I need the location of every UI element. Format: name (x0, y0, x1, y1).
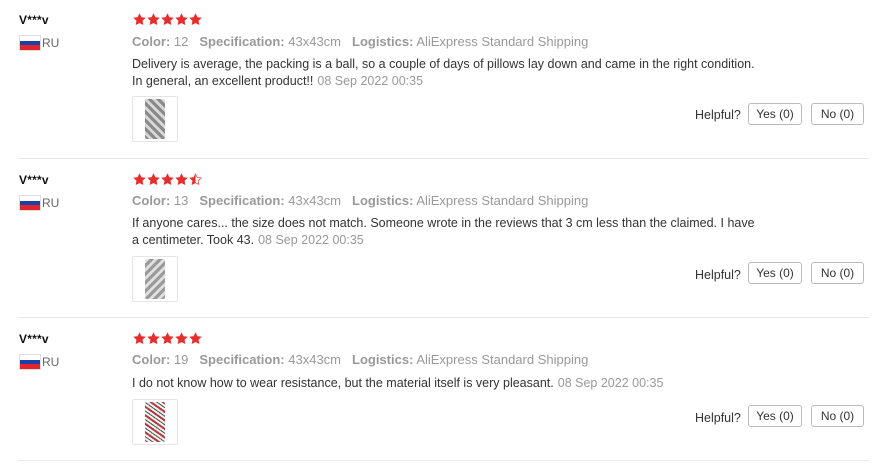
color-value: 12 (173, 34, 189, 49)
russia-flag-icon (19, 195, 41, 211)
helpful-no-button[interactable]: No (0) (811, 405, 864, 427)
star-icon (189, 13, 202, 26)
russia-flag-icon (19, 354, 41, 370)
review-photo (145, 259, 165, 299)
country-code: RU (42, 355, 60, 369)
star-rating (133, 332, 202, 345)
review-photo-thumbnail[interactable] (132, 96, 178, 142)
helpful-label: Helpful? (695, 108, 741, 122)
helpful-label: Helpful? (695, 268, 741, 282)
star-icon (147, 13, 160, 26)
country-code: RU (42, 36, 60, 50)
star-icon (189, 332, 202, 345)
review-divider (18, 158, 869, 159)
review-divider (18, 317, 869, 318)
helpful-yes-button[interactable]: Yes (0) (748, 262, 802, 284)
review-meta: Color: 12 Specification: 43x43cm Logistics… (132, 34, 588, 49)
spec-label: Specification: (199, 352, 285, 367)
helpful-yes-button[interactable]: Yes (0) (748, 103, 802, 125)
review-body: Delivery is average, the packing is a ba… (132, 57, 755, 88)
star-icon (147, 173, 160, 186)
review-meta: Color: 19 Specification: 43x43cm Logistics… (132, 352, 588, 367)
review-date: 08 Sep 2022 00:35 (258, 233, 364, 247)
star-icon (189, 173, 202, 186)
color-label: Color: (132, 193, 171, 208)
review-photo (145, 99, 165, 139)
logistics-label: Logistics: (352, 34, 414, 49)
review-photo (145, 402, 165, 442)
star-icon (175, 332, 188, 345)
reviewer-name: V***v (19, 332, 49, 346)
logistics-value: AliExpress Standard Shipping (416, 193, 589, 208)
review-text: If anyone cares... the size does not mat… (132, 215, 762, 249)
spec-label: Specification: (199, 193, 285, 208)
star-icon (133, 173, 146, 186)
helpful-label: Helpful? (695, 411, 741, 425)
review-text: Delivery is average, the packing is a ba… (132, 56, 762, 90)
review-body: If anyone cares... the size does not mat… (132, 216, 755, 247)
star-rating (133, 173, 202, 186)
helpful-no-button[interactable]: No (0) (811, 103, 864, 125)
helpful-no-button[interactable]: No (0) (811, 262, 864, 284)
logistics-value: AliExpress Standard Shipping (416, 352, 589, 367)
spec-value: 43x43cm (288, 34, 341, 49)
spec-label: Specification: (199, 34, 285, 49)
review-text: I do not know how to wear resistance, bu… (132, 375, 762, 392)
spec-value: 43x43cm (288, 352, 341, 367)
logistics-value: AliExpress Standard Shipping (416, 34, 589, 49)
helpful-yes-button[interactable]: Yes (0) (748, 405, 802, 427)
spec-value: 43x43cm (288, 193, 341, 208)
review-photo-thumbnail[interactable] (132, 399, 178, 445)
review-meta: Color: 13 Specification: 43x43cm Logistics… (132, 193, 588, 208)
color-value: 19 (173, 352, 189, 367)
star-icon (161, 332, 174, 345)
star-icon (175, 13, 188, 26)
country-code: RU (42, 196, 60, 210)
color-value: 13 (173, 193, 189, 208)
color-label: Color: (132, 34, 171, 49)
review-date: 08 Sep 2022 00:35 (557, 376, 664, 390)
reviewer-name: V***v (19, 13, 49, 27)
reviewer-country: RU (19, 35, 59, 51)
logistics-label: Logistics: (352, 193, 414, 208)
star-icon (175, 173, 188, 186)
color-label: Color: (132, 352, 171, 367)
logistics-label: Logistics: (352, 352, 414, 367)
reviewer-country: RU (19, 354, 59, 370)
review-body: I do not know how to wear resistance, bu… (132, 376, 554, 390)
russia-flag-icon (19, 35, 41, 51)
star-icon (133, 13, 146, 26)
star-icon (147, 332, 160, 345)
review-date: 08 Sep 2022 00:35 (317, 74, 424, 88)
reviewer-name: V***v (19, 173, 49, 187)
star-icon (161, 13, 174, 26)
review-divider (18, 460, 869, 461)
star-icon (161, 173, 174, 186)
star-icon (133, 332, 146, 345)
reviewer-country: RU (19, 195, 59, 211)
review-photo-thumbnail[interactable] (132, 256, 178, 302)
star-rating (133, 13, 202, 26)
